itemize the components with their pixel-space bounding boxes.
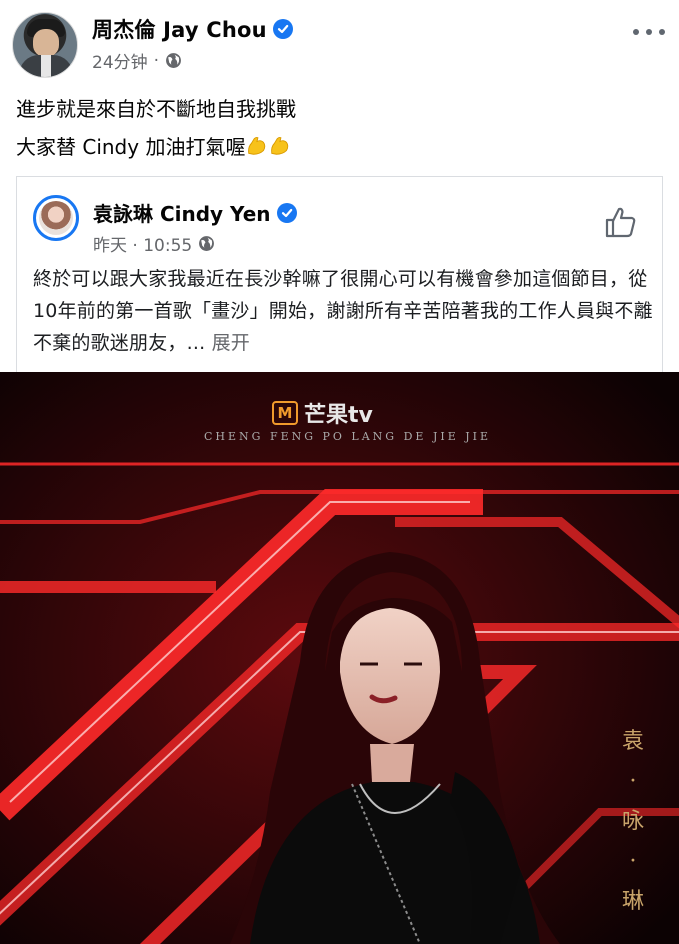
author-avatar[interactable]: [12, 12, 78, 78]
author-name-row: 周杰倫 Jay Chou: [92, 14, 293, 44]
flexed-biceps-icon: [248, 136, 266, 155]
shared-author-name[interactable]: 袁詠琳 Cindy Yen: [93, 198, 271, 227]
shared-author-name-row: 袁詠琳 Cindy Yen: [93, 198, 297, 227]
shared-post-body: 終於可以跟大家我最近在長沙幹嘛了很開心可以有機會參加這個節目，從10年前的第一首…: [33, 268, 653, 354]
post-text: 進步就是來自於不斷地自我挑戰 大家替 Cindy 加油打氣喔: [16, 90, 666, 166]
show-subtitle: CHENG FENG PO LANG DE JIE JIE: [204, 430, 492, 443]
post-meta: 24分钟 ·: [92, 48, 182, 73]
like-thumb-icon[interactable]: [604, 205, 638, 239]
post-text-line-2: 大家替 Cindy 加油打氣喔: [16, 135, 246, 159]
mango-tv-logo: M 芒果tv: [272, 397, 373, 429]
verified-badge-icon: [272, 19, 293, 39]
shared-author-avatar[interactable]: [33, 195, 79, 241]
globe-icon: [166, 53, 181, 68]
shared-post-text: 終於可以跟大家我最近在長沙幹嘛了很開心可以有機會參加這個節目，從10年前的第一首…: [33, 263, 653, 359]
shared-post-time[interactable]: 昨天 · 10:55: [93, 231, 192, 256]
flexed-biceps-icon: [271, 136, 289, 155]
mango-tv-logo-icon: M: [272, 401, 298, 425]
author-name[interactable]: 周杰倫 Jay Chou: [92, 14, 267, 44]
post-text-line-2-row: 大家替 Cindy 加油打氣喔: [16, 128, 666, 166]
post-time[interactable]: 24分钟: [92, 48, 148, 73]
mango-tv-logo-text: 芒果tv: [304, 403, 373, 428]
more-options-icon[interactable]: [633, 24, 665, 40]
facebook-post: 周杰倫 Jay Chou 24分钟 · 進步就是來自於不斷地自我挑戰 大家替 C…: [0, 0, 679, 944]
promo-background: [0, 372, 679, 944]
globe-icon: [199, 236, 215, 251]
expand-link[interactable]: 展开: [212, 332, 250, 354]
shared-post-card[interactable]: 袁詠琳 Cindy Yen 昨天 · 10:55 終於可以跟大家我最近在長沙幹嘛…: [16, 176, 663, 372]
shared-post-meta: 昨天 · 10:55: [93, 231, 215, 256]
post-text-line-1: 進步就是來自於不斷地自我挑戰: [16, 97, 296, 121]
verified-badge-icon: [276, 202, 297, 223]
promo-image[interactable]: M 芒果tv CHENG FENG PO LANG DE JIE JIE 袁 · 咏…: [0, 372, 679, 944]
post-header: 周杰倫 Jay Chou 24分钟 ·: [0, 0, 679, 84]
meta-separator: ·: [153, 50, 160, 71]
vertical-artist-name: 袁 · 咏 · 琳: [621, 729, 644, 914]
